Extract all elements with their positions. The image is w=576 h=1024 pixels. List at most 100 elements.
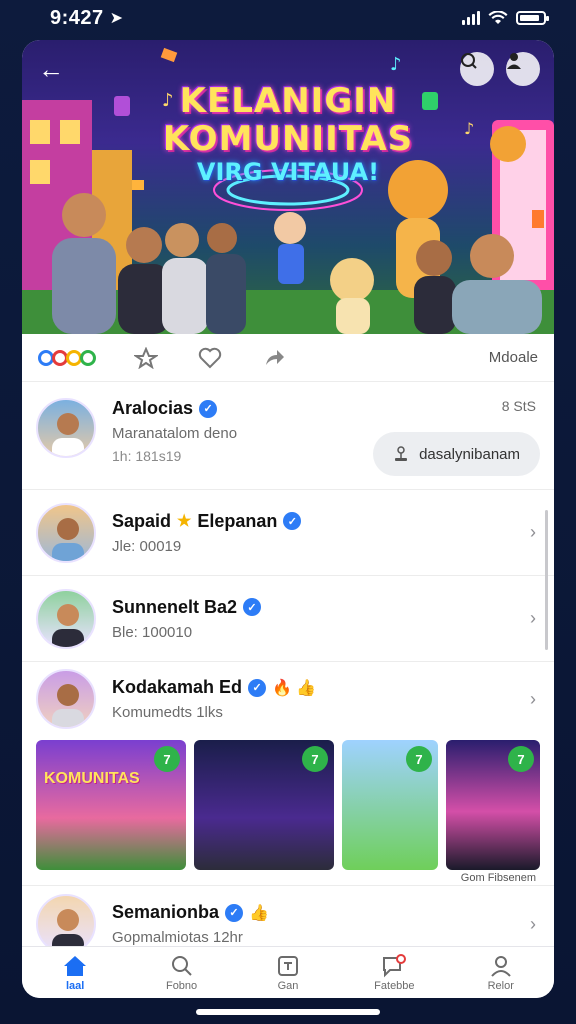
media-count-badge: 7: [508, 746, 534, 772]
list-item-body: Sapaid ★ Elepanan ✓ Jle: 00019: [112, 511, 540, 555]
verified-badge-icon: ✓: [243, 598, 262, 616]
reaction-emoji-icon: 🔥 👍: [272, 679, 317, 697]
reaction-emoji-icon: 👍: [249, 904, 269, 922]
list-item[interactable]: Sunnenelt Ba2 ✓ Ble: 100010 ›: [22, 576, 554, 662]
media-thumbnails: KOMUNITAS 7 7 7 7 Gom Fibsenem: [22, 736, 554, 886]
list-item[interactable]: Sapaid ★ Elepanan ✓ Jle: 00019 ›: [22, 490, 554, 576]
row-subtitle: Ble: 100010: [112, 623, 193, 641]
user-name: Sunnenelt Ba2: [112, 596, 238, 617]
avatar: [36, 669, 96, 729]
search-icon: [461, 53, 477, 69]
hero-title-line2: KOMUNIITAS: [162, 119, 414, 159]
status-icons: [462, 11, 549, 25]
chevron-right-icon[interactable]: ›: [530, 689, 536, 710]
user-name-suffix: Elepanan: [197, 510, 278, 531]
media-thumbnail[interactable]: 7: [342, 740, 438, 870]
row-name-container: Kodakamah Ed ✓ 🔥 👍: [112, 677, 540, 698]
thumbnail-title: KOMUNITAS: [44, 770, 140, 787]
user-name: Semanionba: [112, 902, 220, 922]
list-item-body: Semanionba ✓ 👍 Gopmalmiotas 12hr: [112, 902, 540, 946]
like-button[interactable]: [198, 347, 222, 369]
community-card: ♪ ♪ ♪ KELANIGIN KOMUNIITAS VIRG VITAUA! …: [22, 40, 554, 998]
profile-icon: [491, 955, 511, 977]
home-icon: [64, 955, 87, 976]
media-thumbnail[interactable]: 7: [194, 740, 334, 870]
list-item[interactable]: Kodakamah Ed ✓ 🔥 👍 Komumedts 1lks ›: [22, 662, 554, 736]
tab-label: Fatebbe: [374, 979, 415, 992]
tab-box[interactable]: Gan: [248, 954, 328, 992]
share-arrow-icon: [266, 349, 284, 365]
media-thumbnail[interactable]: KOMUNITAS 7: [36, 740, 186, 870]
hero-title: KELANIGIN KOMUNIITAS: [22, 82, 554, 158]
home-indicator[interactable]: [196, 1009, 380, 1015]
tab-search[interactable]: Fobno: [142, 954, 222, 992]
media-count-badge: 7: [406, 746, 432, 772]
chevron-right-icon[interactable]: ›: [530, 522, 536, 543]
box-icon: [277, 955, 298, 976]
verified-badge-icon: ✓: [248, 678, 267, 697]
bottom-tab-bar: laal Fobno Gan Fatebbe Relor: [22, 946, 554, 998]
list-item-body: Sunnenelt Ba2 ✓ Ble: 100010: [112, 597, 540, 641]
avatar: [36, 502, 96, 563]
tab-label: Relor: [487, 979, 514, 992]
location-arrow-icon: ➤: [109, 10, 124, 27]
verified-badge-icon: ✓: [283, 512, 302, 530]
row-subtitle: Gopmalmiotas 12hr: [112, 929, 243, 946]
timestamp: 8 StS: [501, 398, 536, 414]
hero-title-line1: KELANIGIN: [179, 81, 397, 121]
list-item[interactable]: Aralocias ✓ Maranatalom deno 1h: 181s19 …: [22, 382, 554, 490]
heart-icon: [198, 347, 222, 368]
svg-text:♪: ♪: [390, 54, 402, 75]
row-name-container: Aralocias ✓: [112, 398, 540, 419]
user-name: Aralocias: [112, 398, 194, 418]
user-name: Sapaid: [112, 510, 172, 531]
action-pill-button[interactable]: dasalynibanam: [373, 432, 540, 476]
back-button[interactable]: ←: [34, 52, 68, 86]
joystick-icon: [395, 446, 408, 461]
action-pill-label: dasalynibanam: [419, 445, 520, 463]
more-label[interactable]: Mdoale: [489, 349, 538, 366]
status-bar: 9:427 ➤: [0, 0, 576, 36]
avatar: [36, 894, 96, 954]
chevron-right-icon[interactable]: ›: [530, 608, 536, 629]
verified-badge-icon: ✓: [199, 399, 218, 418]
tab-label: Gan: [277, 979, 299, 992]
star-emoji-icon: ★: [177, 513, 192, 530]
profile-button[interactable]: [506, 52, 540, 86]
battery-level: [520, 15, 539, 21]
chat-icon: [383, 953, 407, 977]
reaction-icons[interactable]: [38, 349, 96, 366]
reaction-dot-icon: [80, 349, 96, 366]
cellular-signal-icon: [462, 11, 480, 25]
verified-badge-icon: ✓: [225, 903, 244, 922]
search-button[interactable]: [460, 52, 494, 86]
wifi-icon: [488, 11, 508, 24]
battery-icon: [516, 11, 549, 25]
user-name: Kodakamah Ed: [112, 677, 243, 697]
chevron-right-icon[interactable]: ›: [530, 914, 536, 935]
scrollbar[interactable]: [545, 510, 548, 650]
list-item-body: Kodakamah Ed ✓ 🔥 👍 Komumedts 1lks: [112, 677, 540, 721]
row-subtitle: Komumedts 1lks: [112, 704, 223, 721]
media-count-badge: 7: [154, 746, 180, 772]
avatar: [36, 588, 96, 649]
media-thumbnail[interactable]: 7: [446, 740, 540, 870]
tab-home[interactable]: laal: [35, 954, 115, 992]
star-icon: [134, 346, 158, 369]
action-bar: Mdoale: [22, 334, 554, 382]
tab-chat[interactable]: Fatebbe: [354, 953, 434, 992]
row-name-container: Semanionba ✓ 👍: [112, 902, 540, 923]
share-button[interactable]: [262, 347, 286, 369]
user-icon: [507, 53, 521, 69]
hero-banner: ♪ ♪ ♪ KELANIGIN KOMUNIITAS VIRG VITAUA! …: [22, 40, 554, 334]
status-time: 9:427: [50, 6, 104, 29]
avatar: [36, 398, 96, 458]
row-name-container: Sunnenelt Ba2 ✓: [112, 597, 540, 618]
arrow-left-icon: ←: [38, 53, 64, 84]
row-subtitle: Jle: 00019: [112, 537, 182, 555]
hero-subtitle: VIRG VITAUA!: [196, 158, 380, 186]
media-count-badge: 7: [302, 746, 328, 772]
tab-label: Fobno: [165, 979, 198, 992]
tab-profile[interactable]: Relor: [461, 954, 541, 992]
star-button[interactable]: [134, 346, 158, 369]
